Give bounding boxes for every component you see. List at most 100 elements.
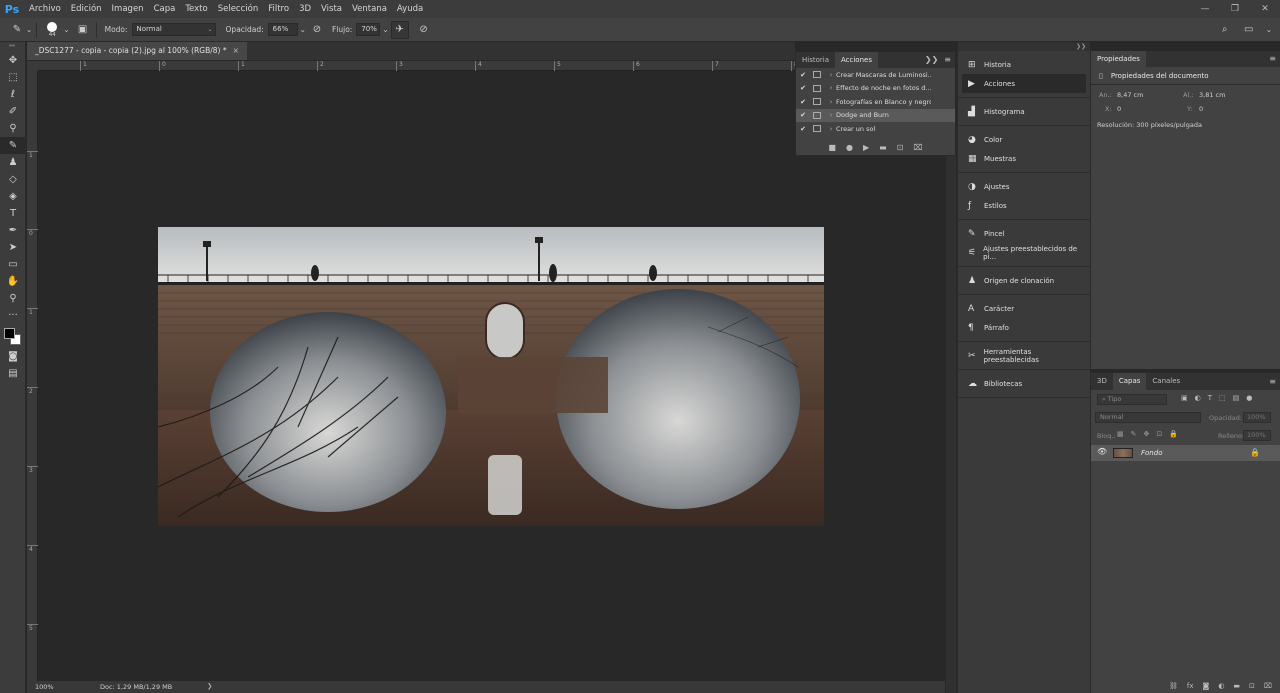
checkmark-icon[interactable]: ✔ bbox=[796, 111, 810, 119]
filter-adjustment-icon[interactable]: ◐ bbox=[1195, 394, 1201, 402]
checkmark-icon[interactable]: ✔ bbox=[796, 125, 810, 133]
airbrush-icon[interactable]: ✈ bbox=[390, 20, 409, 39]
dialog-toggle-icon[interactable] bbox=[813, 98, 821, 106]
chevron-right-icon[interactable]: › bbox=[826, 71, 836, 79]
checkmark-icon[interactable]: ✔ bbox=[796, 98, 810, 106]
filter-smart-object-icon[interactable]: ▤ bbox=[1233, 394, 1240, 402]
menu-imagen[interactable]: Imagen bbox=[107, 0, 149, 18]
menu-ventana[interactable]: Ventana bbox=[347, 0, 392, 18]
play-icon[interactable]: ▶ bbox=[863, 143, 869, 152]
dock-herramientas-preestablecidas[interactable]: ✂ Herramientas preestablecidas bbox=[962, 346, 1086, 365]
tab-canales[interactable]: Canales bbox=[1146, 373, 1186, 390]
menu-capa[interactable]: Capa bbox=[149, 0, 181, 18]
dialog-toggle-icon[interactable] bbox=[813, 84, 821, 92]
brush-tool-icon[interactable]: ✎ bbox=[0, 137, 26, 154]
trash-icon[interactable]: ⌧ bbox=[913, 143, 922, 152]
close-button[interactable]: ✕ bbox=[1250, 0, 1280, 18]
pen-tool-icon[interactable]: ✒ bbox=[0, 222, 26, 239]
hand-tool-icon[interactable]: ✋ bbox=[0, 273, 26, 290]
chevron-down-icon[interactable]: ⌄ bbox=[63, 25, 69, 34]
screen-mode-icon[interactable]: ▤ bbox=[0, 365, 26, 382]
dock-origen-clonacion[interactable]: ♟ Origen de clonación bbox=[962, 271, 1086, 290]
layer-style-icon[interactable]: fx bbox=[1187, 682, 1194, 690]
opacity-input[interactable]: 66% bbox=[267, 23, 298, 36]
tab-capas[interactable]: Capas bbox=[1112, 373, 1147, 390]
menu-seleccion[interactable]: Selección bbox=[213, 0, 264, 18]
foreground-color-swatch[interactable] bbox=[4, 328, 15, 339]
filter-type-icon[interactable]: T bbox=[1208, 394, 1212, 402]
adjustment-layer-icon[interactable]: ◐ bbox=[1218, 682, 1224, 690]
photoshop-logo[interactable]: Ps bbox=[0, 0, 24, 18]
link-layers-icon[interactable]: ⛓ bbox=[1169, 682, 1178, 690]
dock-historia[interactable]: ⊞ Historia bbox=[962, 55, 1086, 74]
chevron-down-icon[interactable]: ⌄ bbox=[26, 25, 32, 34]
tab-acciones[interactable]: Acciones bbox=[835, 52, 878, 68]
y-value[interactable]: 0 bbox=[1199, 105, 1203, 113]
dock-histograma[interactable]: ▟ Histograma bbox=[962, 102, 1086, 121]
marquee-tool-icon[interactable]: ⬚ bbox=[0, 69, 26, 86]
menu-3d[interactable]: 3D bbox=[294, 0, 316, 18]
color-swatches[interactable] bbox=[0, 324, 26, 348]
dock-ajustes[interactable]: ◑ Ajustes bbox=[962, 177, 1086, 196]
dock-parrafo[interactable]: ¶ Párrafo bbox=[962, 318, 1086, 337]
group-folder-icon[interactable]: ▬ bbox=[1233, 682, 1240, 690]
canvas-area[interactable] bbox=[38, 71, 946, 681]
dock-muestras[interactable]: ▦ Muestras bbox=[962, 149, 1086, 168]
new-action-icon[interactable]: ⊡ bbox=[897, 143, 904, 152]
chevron-down-icon[interactable]: ⌄ bbox=[1266, 25, 1272, 34]
tab-historia[interactable]: Historia bbox=[796, 52, 835, 68]
trash-icon[interactable]: ⌧ bbox=[1264, 682, 1272, 690]
quick-mask-icon[interactable]: ◙ bbox=[0, 348, 26, 365]
filter-pixel-icon[interactable]: ▣ bbox=[1181, 394, 1188, 402]
dock-caracter[interactable]: A Carácter bbox=[962, 299, 1086, 318]
brush-size-picker[interactable]: 44 bbox=[41, 21, 63, 38]
action-row[interactable]: ✔ › Fotografías en Blanco y negro bbox=[796, 95, 955, 109]
dock-pincel[interactable]: ✎ Pincel bbox=[962, 224, 1086, 243]
lasso-tool-icon[interactable]: ℓ bbox=[0, 86, 26, 103]
lock-transparency-icon[interactable]: ▦ bbox=[1117, 430, 1124, 438]
layer-filter-select[interactable]: ⌕ Tipo bbox=[1097, 394, 1167, 405]
tab-3d[interactable]: 3D bbox=[1091, 373, 1113, 390]
layer-opacity-input[interactable]: 100% bbox=[1243, 412, 1271, 423]
action-row[interactable]: ✔ › Crear un sol bbox=[796, 122, 955, 136]
dialog-toggle-icon[interactable] bbox=[813, 71, 821, 79]
pressure-opacity-icon[interactable]: ⊘ bbox=[308, 21, 326, 39]
lock-position-icon[interactable]: ✥ bbox=[1144, 430, 1150, 438]
collapse-icon[interactable]: ❯❯ bbox=[925, 55, 938, 64]
eraser-tool-icon[interactable]: ◇ bbox=[0, 171, 26, 188]
minimize-button[interactable]: — bbox=[1190, 0, 1220, 18]
brush-panel-toggle-icon[interactable]: ▣ bbox=[74, 21, 92, 39]
tab-propiedades[interactable]: Propiedades bbox=[1091, 51, 1146, 67]
chevron-right-icon[interactable]: › bbox=[826, 125, 836, 133]
height-value[interactable]: 3,81 cm bbox=[1199, 91, 1225, 99]
panel-menu-icon[interactable]: ❯❯ ≡ bbox=[925, 52, 951, 68]
mode-select[interactable]: Normal ⌄ bbox=[131, 23, 216, 36]
menu-edicion[interactable]: Edición bbox=[66, 0, 107, 18]
action-row[interactable]: ✔ › Crear Mascaras de Luminosi... bbox=[796, 68, 955, 82]
search-icon[interactable]: ⌕ bbox=[1216, 21, 1234, 39]
type-tool-icon[interactable]: T bbox=[0, 205, 26, 222]
dock-estilos[interactable]: ƒ Estilos bbox=[962, 196, 1086, 215]
brush-tool-preset-icon[interactable]: ✎ bbox=[8, 21, 26, 39]
dock-acciones[interactable]: ▶ Acciones bbox=[962, 74, 1086, 93]
lock-artboard-icon[interactable]: ⊡ bbox=[1156, 430, 1162, 438]
move-tool-icon[interactable]: ✥ bbox=[0, 52, 26, 69]
width-value[interactable]: 8,47 cm bbox=[1117, 91, 1143, 99]
action-row-selected[interactable]: ✔ › Dodge and Burn bbox=[796, 108, 955, 122]
dock-ajustes-preestablecidos[interactable]: ⚟ Ajustes preestablecidos de pi... bbox=[962, 243, 1086, 262]
chevron-right-icon[interactable]: ❯ bbox=[207, 682, 212, 690]
menu-icon[interactable]: ≡ bbox=[1269, 51, 1276, 67]
menu-archivo[interactable]: Archivo bbox=[24, 0, 66, 18]
paint-bucket-tool-icon[interactable]: ◈ bbox=[0, 188, 26, 205]
chevron-down-icon[interactable]: ⌄ bbox=[382, 25, 388, 34]
chevron-down-icon[interactable]: ⌄ bbox=[300, 25, 306, 34]
filter-shape-icon[interactable]: ⬚ bbox=[1219, 394, 1226, 402]
flow-input[interactable]: 70% bbox=[356, 23, 381, 36]
chevron-right-icon[interactable]: › bbox=[826, 84, 836, 92]
checkmark-icon[interactable]: ✔ bbox=[796, 71, 810, 79]
folder-icon[interactable]: ▬ bbox=[879, 143, 887, 152]
document-image[interactable] bbox=[158, 227, 824, 526]
dock-collapse-icon[interactable]: ❯❯ bbox=[958, 42, 1090, 51]
stamp-tool-icon[interactable]: ♟ bbox=[0, 154, 26, 171]
zoom-level[interactable]: 100% bbox=[35, 683, 54, 691]
